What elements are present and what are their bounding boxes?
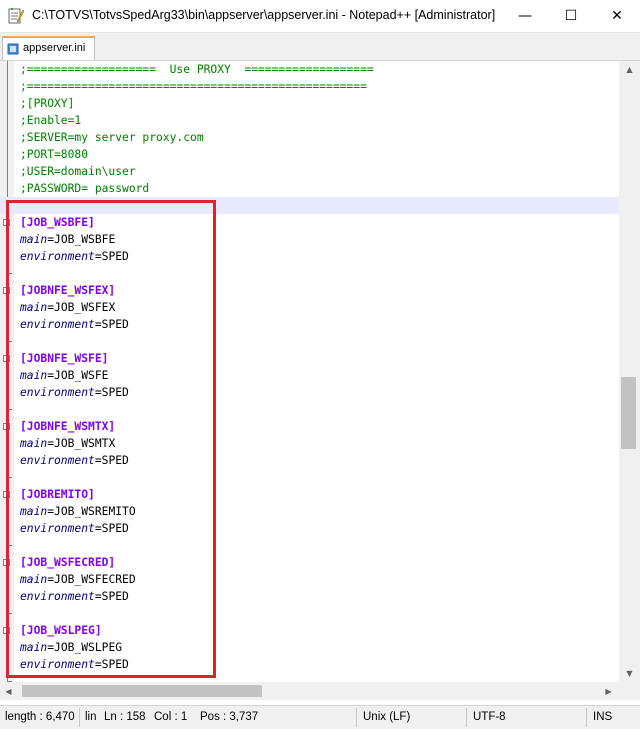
scroll-right-icon[interactable]: ▶ <box>600 682 617 700</box>
maximize-button[interactable]: ☐ <box>548 0 594 32</box>
status-separator <box>356 708 357 727</box>
code-line[interactable]: ;PORT=8080 <box>0 146 619 163</box>
code-line[interactable]: ;=================== Use PROXY =========… <box>0 61 619 78</box>
comment-text: ;=================== Use PROXY =========… <box>20 63 374 76</box>
minimize-button[interactable]: — <box>502 0 548 32</box>
ini-file-icon <box>7 43 19 55</box>
status-lines: lin <box>85 711 97 723</box>
status-separator <box>79 708 80 727</box>
code-line[interactable]: ;Enable=1 <box>0 112 619 129</box>
code-line[interactable]: ;[PROXY] <box>0 95 619 112</box>
code-line[interactable]: ;PASSWORD= password <box>0 180 619 197</box>
status-ln: Ln : 158 <box>104 711 146 723</box>
comment-text: ;PORT=8080 <box>20 148 89 161</box>
vertical-scroll-thumb[interactable] <box>621 377 636 449</box>
status-pos: Pos : 3,737 <box>200 711 259 723</box>
status-eol[interactable]: Unix (LF) <box>363 711 410 723</box>
code-line[interactable]: ;=======================================… <box>0 78 619 95</box>
comment-text: ;SERVER=my server proxy.com <box>20 131 204 144</box>
scroll-down-icon[interactable]: ▼ <box>619 665 640 682</box>
scroll-up-icon[interactable]: ▲ <box>619 61 640 78</box>
status-col: Col : 1 <box>154 711 188 723</box>
status-mode[interactable]: INS <box>593 711 612 723</box>
tab-appserver-ini[interactable]: appserver.ini <box>2 36 95 60</box>
horizontal-scroll-thumb[interactable] <box>22 685 262 697</box>
notepadpp-icon <box>8 7 24 24</box>
code-line[interactable]: ;USER=domain\user <box>0 163 619 180</box>
close-button[interactable]: ✕ <box>594 0 640 32</box>
vertical-scrollbar[interactable]: ▲ ▼ <box>619 61 640 682</box>
tab-bar: appserver.ini <box>0 33 640 61</box>
tab-label: appserver.ini <box>23 42 86 54</box>
title-bar: C:\TOTVS\TotvsSpedArg33\bin\appserver\ap… <box>0 0 640 33</box>
comment-text: ;USER=domain\user <box>20 165 136 178</box>
comment-text: ;Enable=1 <box>20 114 82 127</box>
scroll-left-icon[interactable]: ◀ <box>0 682 17 700</box>
comment-text: ;[PROXY] <box>20 97 75 110</box>
code-line[interactable]: ;SERVER=my server proxy.com <box>0 129 619 146</box>
fold-line <box>7 61 8 197</box>
status-bar: length : 6,470 lin Ln : 158 Col : 1 Pos … <box>0 705 640 729</box>
comment-text: ;PASSWORD= password <box>20 182 150 195</box>
window-title: C:\TOTVS\TotvsSpedArg33\bin\appserver\ap… <box>32 8 496 22</box>
highlight-annotation-box <box>6 200 216 678</box>
scrollbar-corner <box>619 682 640 700</box>
status-separator <box>466 708 467 727</box>
status-encoding[interactable]: UTF-8 <box>473 711 506 723</box>
status-length: length : 6,470 <box>5 711 75 723</box>
status-separator <box>586 708 587 727</box>
horizontal-scrollbar[interactable]: ◀ ▶ <box>0 682 619 700</box>
comment-text: ;=======================================… <box>20 80 367 93</box>
